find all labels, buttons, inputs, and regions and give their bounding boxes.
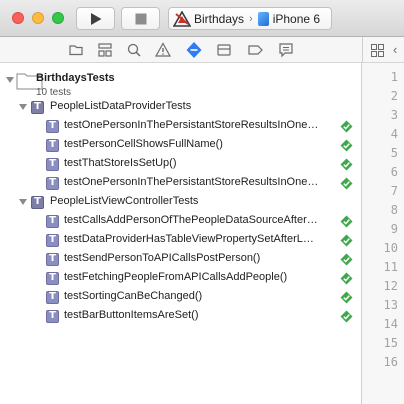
line-number: 1: [390, 70, 398, 84]
report-icon[interactable]: [276, 40, 296, 60]
test-method-icon: [46, 158, 59, 171]
passed-checkmark-icon: [340, 139, 353, 152]
test-method-icon: [46, 139, 59, 152]
debug-icon[interactable]: [214, 40, 234, 60]
test-name: testPersonCellShowsFullName(): [64, 138, 223, 150]
test-row[interactable]: testFetchingPeopleFromAPICallsAddPeople(…: [0, 269, 361, 288]
folder-icon[interactable]: [66, 40, 86, 60]
magnifier-icon[interactable]: [124, 40, 144, 60]
play-icon: [90, 12, 101, 25]
test-name: testDataProviderHasTableViewPropertySetA…: [64, 233, 314, 245]
line-number: 12: [383, 279, 398, 293]
test-count: 10 tests: [36, 87, 72, 98]
line-number: 13: [383, 298, 398, 312]
passed-checkmark-icon: [340, 177, 353, 190]
test-method-icon: [46, 253, 59, 266]
line-number: 8: [390, 203, 398, 217]
line-number: 3: [390, 108, 398, 122]
passed-checkmark-icon: [340, 253, 353, 266]
stop-icon: [135, 13, 146, 24]
zoom-window-button[interactable]: [52, 12, 64, 24]
test-method-icon: [46, 120, 59, 133]
line-number: 9: [390, 222, 398, 236]
disclosure-triangle-icon[interactable]: [6, 77, 14, 83]
test-row[interactable]: testSendPersonToAPICallsPostPerson(): [0, 250, 361, 269]
test-group-name: PeopleListDataProviderTests: [50, 100, 192, 112]
test-method-icon: [46, 215, 59, 228]
test-row[interactable]: testDataProviderHasTableViewPropertySetA…: [0, 231, 361, 250]
test-row[interactable]: testThatStoreIsSetUp(): [0, 155, 361, 174]
line-number: 4: [390, 127, 398, 141]
scheme-selector[interactable]: Birthdays › iPhone 6: [168, 7, 332, 30]
line-number: 7: [390, 184, 398, 198]
test-row[interactable]: testBarButtonItemsAreSet(): [0, 307, 361, 326]
test-name: testFetchingPeopleFromAPICallsAddPeople(…: [64, 271, 288, 283]
source-editor[interactable]: 1 2 3 4 5 6 7 8 9 10 11 12 13 14 15 16: [362, 63, 404, 404]
line-number: 15: [383, 336, 398, 350]
test-name: testBarButtonItemsAreSet(): [64, 309, 199, 321]
project-name: BirthdaysTests: [36, 72, 115, 84]
test-method-icon: [46, 272, 59, 285]
test-name: testOnePersonInThePersistantStoreResults…: [64, 176, 319, 188]
passed-checkmark-icon: [340, 215, 353, 228]
test-class-icon: [31, 101, 44, 114]
project-row[interactable]: BirthdaysTests 10 tests: [0, 69, 361, 99]
minimize-window-button[interactable]: [32, 12, 44, 24]
disclosure-triangle-icon[interactable]: [19, 104, 27, 110]
test-method-icon: [46, 234, 59, 247]
test-row[interactable]: testOnePersonInThePersistantStoreResults…: [0, 117, 361, 136]
test-row[interactable]: testCallsAddPersonOfThePeopleDataSourceA…: [0, 212, 361, 231]
test-class-icon: [31, 196, 44, 209]
line-number-gutter: 1 2 3 4 5 6 7 8 9 10 11 12 13 14 15 16: [362, 63, 404, 404]
device-icon: [257, 11, 269, 26]
passed-checkmark-icon: [340, 120, 353, 133]
test-group-name: PeopleListViewControllerTests: [50, 195, 199, 207]
window-toolbar: Birthdays › iPhone 6: [0, 0, 404, 37]
navigator-selector-bar: [0, 37, 362, 63]
test-name: testSendPersonToAPICallsPostPerson(): [64, 252, 261, 264]
close-window-button[interactable]: [12, 12, 24, 24]
passed-checkmark-icon: [340, 234, 353, 247]
disclosure-triangle-icon[interactable]: [19, 199, 27, 205]
test-method-icon: [46, 310, 59, 323]
test-name: testOnePersonInThePersistantStoreResults…: [64, 119, 319, 131]
grid-icon[interactable]: [371, 44, 384, 57]
test-name: testSortingCanBeChanged(): [64, 290, 203, 302]
hierarchy-icon[interactable]: [95, 40, 115, 60]
test-name: testCallsAddPersonOfThePeopleDataSourceA…: [64, 214, 318, 226]
line-number: 2: [390, 89, 398, 103]
line-number: 10: [383, 241, 398, 255]
passed-checkmark-icon: [340, 291, 353, 304]
line-number: 5: [390, 146, 398, 160]
device-name[interactable]: iPhone 6: [273, 12, 320, 26]
line-number: 11: [383, 260, 398, 274]
stop-button[interactable]: [121, 7, 160, 30]
scheme-name: Birthdays: [194, 11, 245, 26]
test-diamond-icon[interactable]: [184, 40, 204, 60]
test-group-row[interactable]: PeopleListViewControllerTests: [0, 193, 361, 212]
line-number: 6: [390, 165, 398, 179]
passed-checkmark-icon: [340, 158, 353, 171]
test-method-icon: [46, 291, 59, 304]
warning-icon[interactable]: [153, 40, 173, 60]
line-number: 14: [383, 317, 398, 331]
test-row[interactable]: testPersonCellShowsFullName(): [0, 136, 361, 155]
chevron-right-icon: ›: [249, 12, 253, 25]
chevron-left-icon[interactable]: ‹: [393, 42, 397, 57]
passed-checkmark-icon: [340, 310, 353, 323]
test-navigator: BirthdaysTests 10 tests PeopleListDataPr…: [0, 63, 362, 404]
line-number: 16: [383, 355, 398, 369]
editor-jump-bar: ‹: [362, 37, 404, 63]
run-button[interactable]: [76, 7, 115, 30]
test-name: testThatStoreIsSetUp(): [64, 157, 177, 169]
xcode-app-icon: [173, 10, 191, 27]
test-method-icon: [46, 177, 59, 190]
test-row[interactable]: testOnePersonInThePersistantStoreResults…: [0, 174, 361, 193]
test-row[interactable]: testSortingCanBeChanged(): [0, 288, 361, 307]
breakpoint-icon[interactable]: [245, 40, 265, 60]
passed-checkmark-icon: [340, 272, 353, 285]
test-group-row[interactable]: PeopleListDataProviderTests: [0, 98, 361, 117]
